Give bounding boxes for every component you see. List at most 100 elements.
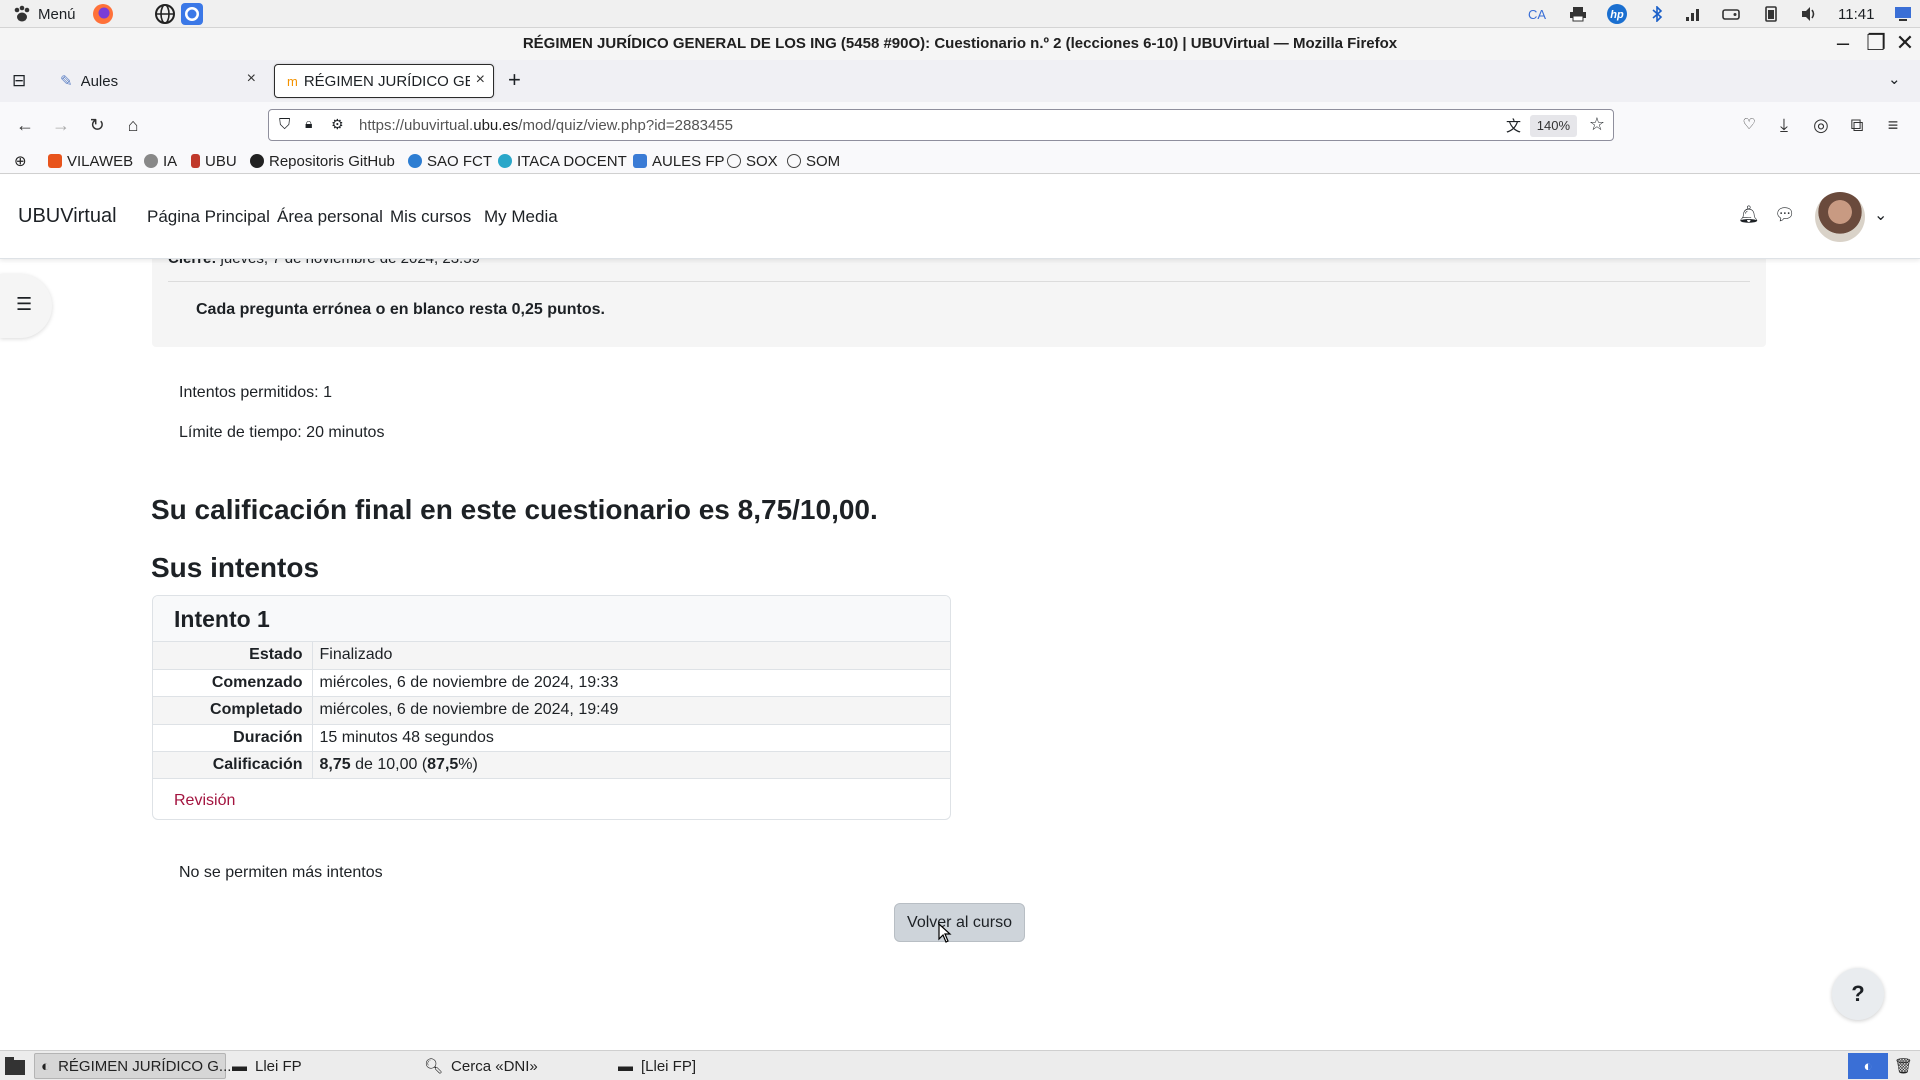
new-tab-icon[interactable]: +: [508, 67, 521, 93]
window-title: RÉGIMEN JURÍDICO GENERAL DE LOS ING (545…: [522, 35, 1398, 52]
url-domain: ubu.es: [473, 117, 519, 134]
app-menu-icon[interactable]: ≡: [1880, 112, 1906, 138]
translate-icon[interactable]: 文: [1506, 115, 1521, 136]
forward-arrow-icon[interactable]: →: [48, 112, 74, 138]
course-index-toggle[interactable]: ☰: [0, 274, 52, 338]
pocket-icon[interactable]: ♡: [1736, 112, 1762, 138]
bookmark-label: SAO FCT: [427, 152, 493, 170]
volume-icon[interactable]: [1800, 0, 1818, 28]
bookmark-ia[interactable]: IA: [144, 151, 177, 171]
taskbar-item-firefox[interactable]: ◐ RÉGIMEN JURÍDICO G...: [34, 1053, 231, 1079]
storage-icon[interactable]: [1722, 0, 1740, 28]
mouse-cursor-icon: [938, 923, 952, 943]
no-more-attempts: No se permiten más intentos: [179, 864, 383, 881]
trash-icon[interactable]: 🗑︎: [1894, 1053, 1913, 1079]
keyboard-layout-indicator[interactable]: CA: [1528, 0, 1546, 28]
grade-value: 8,75 de 10,00 (87,5%): [311, 751, 950, 779]
list-all-tabs-icon[interactable]: ⌄: [1888, 70, 1901, 88]
moodle-tab-icon: m: [287, 73, 298, 89]
close-window-icon[interactable]: ✕: [1890, 28, 1920, 60]
folder-icon: ▬: [232, 1057, 247, 1075]
bookmark-aules-fp[interactable]: AULES FP: [633, 151, 725, 171]
url-text[interactable]: https://ubuvirtual.ubu.es/mod/quiz/view.…: [359, 117, 733, 134]
downloads-icon[interactable]: ⤓: [1771, 112, 1797, 138]
vilaweb-icon: [48, 154, 62, 168]
show-desktop-icon[interactable]: [1894, 0, 1912, 28]
bookmark-vilaweb[interactable]: VILAWEB: [48, 151, 133, 171]
minimize-window-icon[interactable]: –: [1828, 28, 1858, 60]
taskbar-label: Cerca «DNI»: [451, 1057, 538, 1075]
nav-mis-cursos[interactable]: Mis cursos: [390, 207, 471, 227]
hp-icon[interactable]: hp: [1606, 0, 1628, 28]
back-arrow-icon[interactable]: ←: [12, 112, 38, 138]
bookmark-ubu[interactable]: UBU: [191, 151, 237, 171]
os-menu-label: Menú: [38, 5, 76, 23]
messages-chat-icon[interactable]: 💬︎: [1774, 205, 1796, 225]
bluetooth-icon[interactable]: [1648, 0, 1666, 28]
bookmarks-globe-icon[interactable]: ⊕: [14, 151, 27, 171]
bookmark-itaca-docent[interactable]: ITACA DOCENT: [498, 151, 627, 171]
ia-icon: [144, 154, 158, 168]
workspace-switcher-icon[interactable]: ◐: [1848, 1053, 1888, 1079]
maximize-window-icon[interactable]: ❐: [1861, 28, 1891, 60]
grade-percent: 87,5: [427, 756, 459, 774]
chromium-launcher-icon[interactable]: [180, 0, 204, 28]
row-label: Completado: [210, 701, 303, 719]
table-row: Completado miércoles, 6 de noviembre de 2…: [153, 696, 950, 725]
permissions-icon[interactable]: ⚙︎: [331, 116, 344, 133]
navigation-toolbar: ← → ↻ ⌂ ⛉ 🔒︎ ⚙︎ https://ubuvirtual.ubu.e…: [0, 102, 1920, 148]
user-avatar[interactable]: [1815, 192, 1865, 242]
zoom-level[interactable]: 140%: [1529, 115, 1577, 137]
nav-area-personal[interactable]: Área personal: [277, 207, 383, 227]
user-menu-chevron-icon[interactable]: ⌄: [1874, 205, 1887, 225]
firefox-launcher-icon[interactable]: [92, 0, 114, 28]
itaca-icon: [498, 154, 512, 168]
attempt-card: Intento 1 Estado Finalizado Comenzado miér…: [152, 595, 951, 820]
clock[interactable]: 11:41: [1838, 0, 1874, 28]
battery-icon[interactable]: [1762, 0, 1780, 28]
notifications-bell-icon[interactable]: 🔔︎: [1738, 205, 1760, 225]
site-brand[interactable]: UBUVirtual: [18, 205, 117, 228]
bookmark-star-icon[interactable]: ☆: [1589, 114, 1605, 135]
extensions-icon[interactable]: ⧉: [1844, 112, 1870, 138]
table-row: Comenzado miércoles, 6 de noviembre de 20…: [153, 669, 950, 697]
printer-icon[interactable]: [1569, 0, 1587, 28]
nav-pagina-principal[interactable]: Página Principal: [147, 207, 270, 227]
taskbar-label: RÉGIMEN JURÍDICO G...: [58, 1057, 232, 1075]
page-content: Cierre: jueves, 7 de noviembre de 2024, …: [0, 250, 1920, 1050]
github-icon: [250, 154, 264, 168]
close-tab-icon[interactable]: ×: [476, 71, 485, 89]
nav-my-media[interactable]: My Media: [484, 207, 558, 227]
show-apps-icon[interactable]: [4, 1053, 26, 1079]
tab-overview-icon[interactable]: ⊟: [12, 71, 26, 91]
lock-icon[interactable]: 🔒︎: [305, 115, 312, 132]
review-link[interactable]: Revisión: [174, 792, 235, 810]
taskbar-label: Llei FP: [255, 1057, 302, 1075]
taskbar-item-search[interactable]: 🔍︎ Cerca «DNI»: [424, 1053, 538, 1079]
taskbar-item-llei-fp-folder[interactable]: ▬ [Llei FP]: [618, 1053, 696, 1079]
tab-aules[interactable]: ✎ Aules ×: [48, 64, 264, 98]
url-bar[interactable]: ⛉ 🔒︎ ⚙︎ https://ubuvirtual.ubu.es/mod/qu…: [268, 109, 1614, 141]
globe-launcher-icon[interactable]: [154, 0, 176, 28]
table-row: Duración 15 minutos 48 segundos: [153, 724, 950, 752]
tab-regimen-juridico[interactable]: m RÉGIMEN JURÍDICO GEN ×: [274, 64, 494, 98]
network-signal-icon[interactable]: [1684, 0, 1702, 28]
close-tab-icon[interactable]: ×: [247, 70, 256, 88]
reload-icon[interactable]: ↻: [84, 112, 110, 138]
back-to-course-button[interactable]: Volver al curso: [894, 903, 1025, 942]
home-icon[interactable]: ⌂: [120, 112, 146, 138]
grade-end: %): [458, 756, 478, 774]
bookmark-label: Repositoris GitHub: [269, 152, 395, 170]
info-divider: [168, 281, 1750, 282]
bookmark-som[interactable]: SOM: [787, 151, 840, 171]
shield-icon[interactable]: ⛉: [279, 116, 290, 133]
help-button[interactable]: ?: [1832, 968, 1884, 1020]
bookmark-sao-fct[interactable]: SAO FCT: [408, 151, 492, 171]
account-icon[interactable]: ◎: [1808, 112, 1834, 138]
bookmark-repositoris-github[interactable]: Repositoris GitHub: [250, 151, 395, 171]
ubu-icon: [191, 154, 200, 168]
taskbar-item-llei-fp[interactable]: ▬ Llei FP: [232, 1053, 302, 1079]
tab-label: Aules: [80, 72, 119, 90]
os-menu-button[interactable]: Menú: [12, 0, 76, 28]
bookmark-sox[interactable]: SOX: [727, 151, 778, 171]
